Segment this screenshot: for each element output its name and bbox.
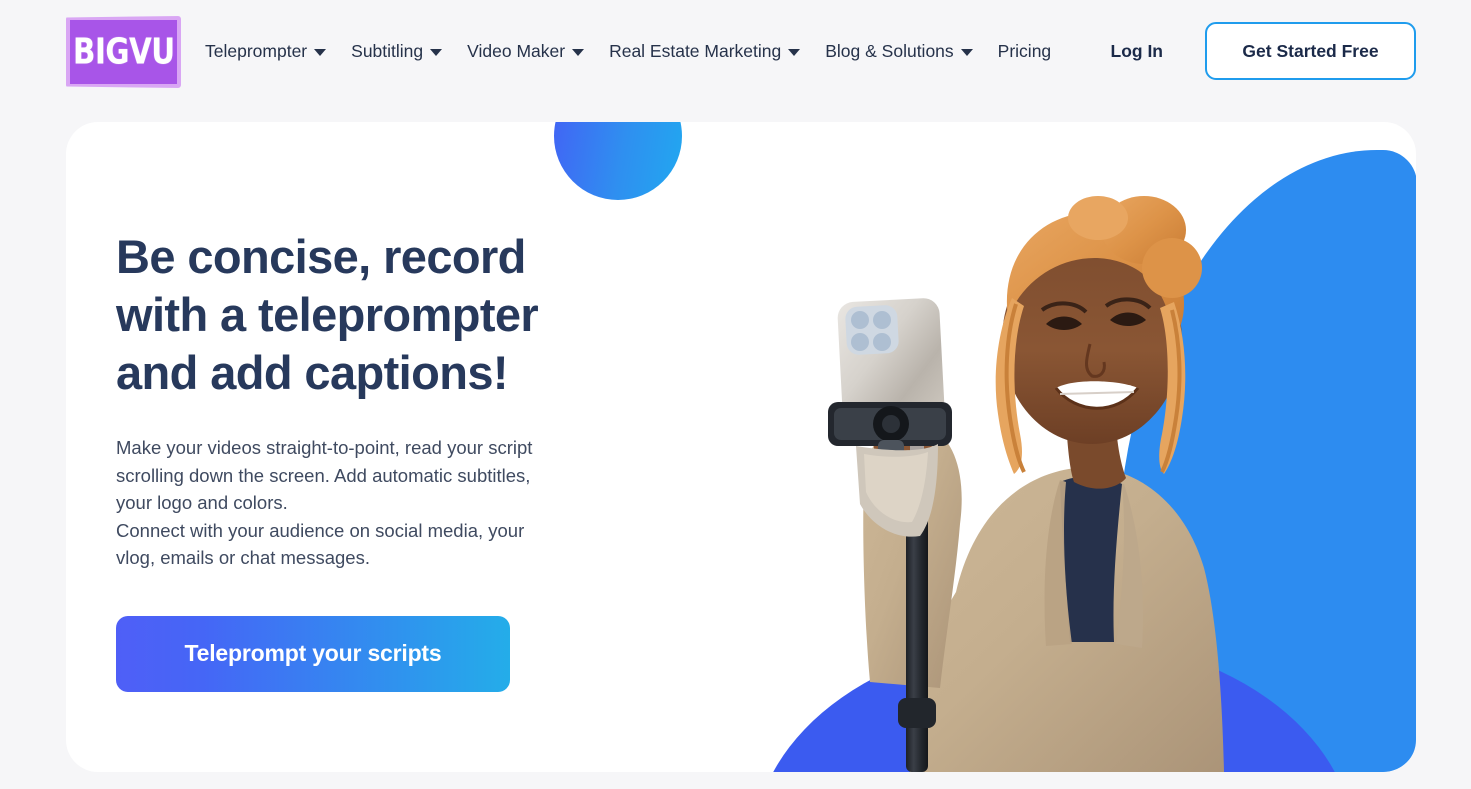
get-started-free-button[interactable]: Get Started Free [1205,22,1416,80]
nav-item-label: Subtitling [351,41,424,61]
logo-text: BIGVU [72,31,175,73]
nav-item-teleprompter[interactable]: Teleprompter [205,38,327,64]
nav-item-video-maker[interactable]: Video Maker [467,38,585,64]
nav-item-label: Pricing [997,41,1052,61]
nav-item-subtitling[interactable]: Subtitling [351,38,443,64]
nav-item-label: Real Estate Marketing [609,41,782,61]
hero-paragraph-1: Make your videos straight-to-point, read… [116,437,533,513]
nav-item-pricing[interactable]: Pricing [998,38,1052,64]
hero-image-woman-with-selfie-stick [760,122,1230,772]
site-header: BIGVU Teleprompter Subtitling Video Make… [0,0,1471,105]
page-title: Be concise, record with a teleprompter a… [116,230,539,399]
main-nav: Teleprompter Subtitling Video Maker Real… [205,38,1051,64]
nav-item-label: Video Maker [467,41,566,61]
chevron-down-icon [960,49,973,56]
chevron-down-icon [314,49,327,56]
nav-item-label: Blog & Solutions [825,41,954,61]
nav-item-real-estate-marketing[interactable]: Real Estate Marketing [609,38,801,64]
teleprompt-your-scripts-button[interactable]: Teleprompt your scripts [116,615,510,692]
chevron-down-icon [572,49,585,56]
hero-text-block: Be concise, record with a teleprompter a… [116,228,646,692]
header-auth-group: Log In Get Started Free [1111,22,1416,80]
chevron-down-icon [430,49,443,56]
nav-item-blog-and-solutions[interactable]: Blog & Solutions [825,38,973,64]
decorative-gradient-circle [554,122,682,200]
nav-item-label: Teleprompter [205,41,308,61]
hero-card: Be concise, record with a teleprompter a… [66,122,1416,772]
hero-paragraph-2: Connect with your audience on social med… [116,519,525,569]
bigvu-logo[interactable]: BIGVU [66,16,181,88]
landing-page: BIGVU Teleprompter Subtitling Video Make… [0,0,1471,789]
chevron-down-icon [788,49,801,56]
login-link[interactable]: Log In [1111,41,1163,62]
